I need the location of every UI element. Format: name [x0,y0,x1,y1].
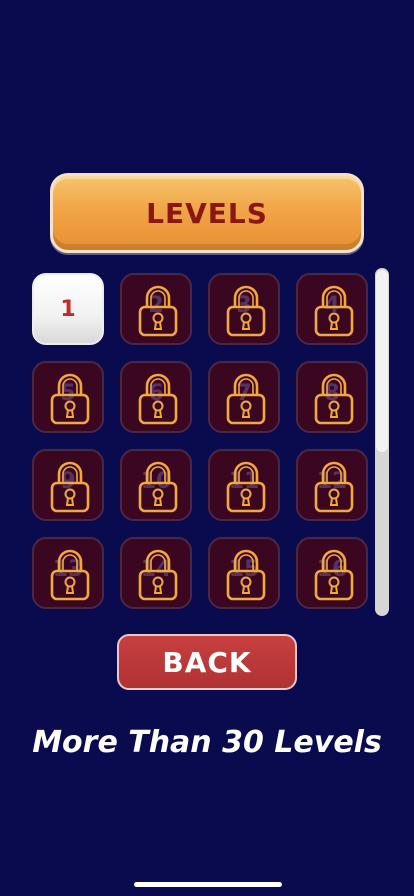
level-tile[interactable]: 6 [120,361,192,433]
level-tile[interactable]: 3 [208,273,280,345]
level-tile[interactable]: 9 [32,449,104,521]
lock-icon [138,549,178,601]
level-tile[interactable]: 4 [296,273,368,345]
home-indicator [134,882,282,887]
lock-icon [138,461,178,513]
lock-icon [138,285,178,337]
tagline: More Than 30 Levels [32,725,382,760]
level-tile[interactable]: 8 [296,361,368,433]
lock-icon [314,461,354,513]
lock-icon [314,549,354,601]
level-tile[interactable]: 11 [208,449,280,521]
page-title: LEVELS [146,196,268,230]
levels-title-banner: LEVELS [50,173,364,253]
lock-icon [226,285,266,337]
lock-icon [226,461,266,513]
level-tile[interactable]: 15 [208,537,280,609]
lock-icon [226,373,266,425]
lock-icon [314,373,354,425]
level-tile[interactable]: 10 [120,449,192,521]
lock-icon [50,373,90,425]
lock-icon [314,285,354,337]
lock-icon [50,461,90,513]
level-scrollbar[interactable] [375,268,389,616]
back-button-label: BACK [162,645,252,679]
level-tile[interactable]: 5 [32,361,104,433]
level-tile[interactable]: 16 [296,537,368,609]
lock-icon [50,549,90,601]
lock-icon [138,373,178,425]
back-button[interactable]: BACK [117,634,297,690]
level-tile[interactable]: 2 [120,273,192,345]
level-tile[interactable]: 1 [32,273,104,345]
level-number: 1 [60,296,76,322]
level-tile[interactable]: 12 [296,449,368,521]
level-grid: 1 2 3 4 5 6 7 8 9 10 11 12 13 14 15 16 [32,273,368,609]
level-tile[interactable]: 13 [32,537,104,609]
scrollbar-thumb[interactable] [376,270,388,452]
lock-icon [226,549,266,601]
level-tile[interactable]: 7 [208,361,280,433]
level-tile[interactable]: 14 [120,537,192,609]
